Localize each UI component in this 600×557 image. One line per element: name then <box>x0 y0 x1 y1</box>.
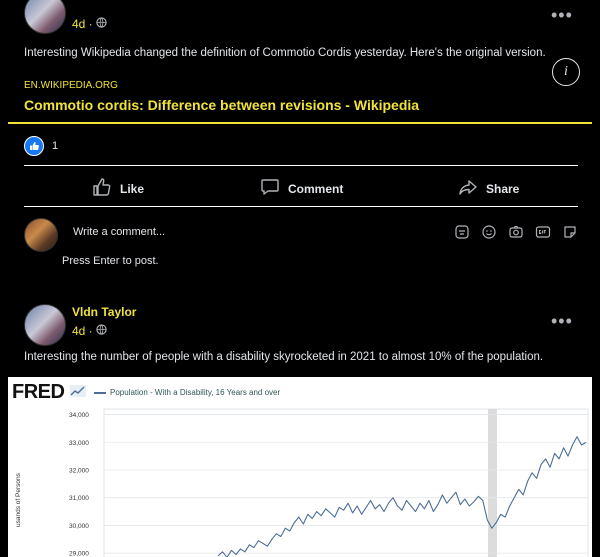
y-tick-label: 30,000 <box>69 523 89 530</box>
comment-placeholder: Write a comment... <box>73 226 166 238</box>
share-button[interactable]: Share <box>458 177 519 200</box>
comment-label: Comment <box>288 181 344 196</box>
comment-button[interactable]: Comment <box>260 177 343 200</box>
share-arrow-icon <box>458 177 478 200</box>
chart-plot: 34,000 33,000 32,000 31,000 30,000 29,000 usan… <box>15 408 589 557</box>
post2-time: 4d · <box>72 324 93 338</box>
divider <box>24 206 578 207</box>
info-glyph: i <box>564 64 568 79</box>
post1-text: Interesting Wikipedia changed the defini… <box>24 47 546 59</box>
like-button[interactable]: Like <box>92 177 144 200</box>
globe-icon <box>96 324 107 338</box>
post2-more-options-button[interactable]: ••• <box>551 312 573 330</box>
post2-timestamp[interactable]: 4d · <box>72 324 107 338</box>
comment-hint: Press Enter to post. <box>62 255 159 267</box>
y-tick-label: 29,000 <box>69 551 89 557</box>
link-title[interactable]: Commotio cordis: Difference between revi… <box>24 97 578 113</box>
y-axis-label: usands of Persons <box>15 472 22 527</box>
post2-author-avatar[interactable] <box>24 304 66 346</box>
globe-icon <box>96 17 107 31</box>
avatar-sticker-icon[interactable] <box>562 224 578 243</box>
reactions-summary[interactable]: 1 <box>24 136 58 156</box>
sticker-icon[interactable] <box>454 224 470 243</box>
camera-icon[interactable] <box>508 224 524 243</box>
like-count: 1 <box>52 140 59 152</box>
like-reaction-icon <box>24 136 44 156</box>
commenter-avatar[interactable] <box>24 218 58 252</box>
link-preview[interactable]: EN.WIKIPEDIA.ORG Commotio cordis: Differ… <box>24 80 578 113</box>
y-tick-label: 34,000 <box>69 412 89 419</box>
fred-chart-image[interactable]: FRED Population - With a Disability, 16 … <box>8 377 592 557</box>
divider <box>24 165 578 166</box>
post1-more-options-button[interactable]: ••• <box>551 6 573 24</box>
post2-text: Interesting the number of people with a … <box>24 351 544 363</box>
recession-shading <box>488 409 497 557</box>
link-preview-underline <box>8 122 592 124</box>
comment-input[interactable]: Write a comment... <box>64 218 580 248</box>
post1-timestamp[interactable]: 4d · <box>72 17 107 31</box>
comment-tools <box>454 224 578 243</box>
share-label: Share <box>486 181 520 196</box>
y-tick-label: 33,000 <box>69 440 89 447</box>
comment-bubble-icon <box>260 177 280 200</box>
y-tick-label: 31,000 <box>69 495 89 502</box>
post2-author-name[interactable]: Vldn Taylor <box>72 305 136 319</box>
plot-area <box>103 408 589 557</box>
gif-icon[interactable] <box>535 224 551 243</box>
post1-time: 4d · <box>72 17 93 31</box>
y-tick-label: 32,000 <box>69 467 89 474</box>
like-label: Like <box>120 181 145 196</box>
thumbs-up-icon <box>92 177 112 200</box>
link-domain: EN.WIKIPEDIA.ORG <box>24 80 118 91</box>
emoji-icon[interactable] <box>481 224 497 243</box>
post1-author-avatar[interactable] <box>24 0 66 34</box>
